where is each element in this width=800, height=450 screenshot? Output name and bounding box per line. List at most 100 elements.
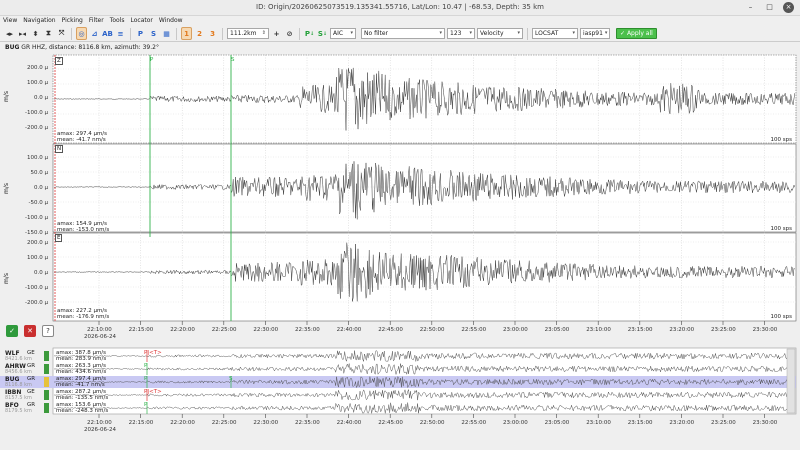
sort-icon[interactable]: ≡ [115,27,126,40]
tick-label: -100.0 µ [25,215,48,221]
station-waveforms[interactable] [0,346,800,450]
station-distance: 8456.6 km [5,369,32,375]
y-unit-label: m/s [3,273,10,284]
distance-value: 111.2km [230,30,257,37]
chevron-down-icon: ▾ [517,30,520,36]
component-n-button[interactable]: 2 [194,27,205,40]
component-z-button[interactable]: 1 [181,27,192,40]
time-label: 23:05:00 [544,327,570,333]
time-label: 22:45:00 [378,420,403,426]
station-pick-label[interactable]: P [144,376,147,382]
profile-select[interactable]: iasp91 ▾ [580,28,610,39]
hide-icon[interactable]: ⊘ [284,27,295,40]
separator [222,27,223,40]
station-pick-label[interactable]: P|<T> [144,350,162,356]
separator [71,27,72,40]
distance-spinbox[interactable]: 111.2km ⇕ [227,28,269,39]
pick-p-label[interactable]: P [150,57,153,63]
pick-s-button[interactable]: S [148,27,159,40]
window-title: ID: Origin/20260625073519.135341.55716, … [256,3,544,11]
station-status-bar [44,377,49,387]
station-pick-s-label[interactable]: S [229,376,233,382]
time-label: 22:25:00 [211,327,237,333]
menu-navigation[interactable]: Navigation [23,16,55,26]
menu-picking[interactable]: Picking [62,16,83,26]
components-value: 123 [450,30,462,37]
pick-p-button[interactable]: P [135,27,146,40]
separator [176,27,177,40]
waveform-canvas[interactable] [0,52,800,340]
reject-button[interactable]: ✕ [24,325,36,337]
apply-all-button[interactable]: ✓ Apply all [616,28,657,39]
station-status-bar [44,390,49,400]
ab-button[interactable]: AB [102,27,113,40]
sample-rate: 100 sps [770,137,792,143]
pick-s-label[interactable]: S [231,57,235,63]
mean-value: mean: -135.5 nm/s [56,395,109,401]
tick-label: 100.0 µ [27,80,48,86]
add-station-button[interactable]: + [271,27,282,40]
components-select[interactable]: 123 ▾ [447,28,475,39]
station-info: BUG GR HHZ, distance: 8116.8 km, azimuth… [5,44,159,51]
close-icon[interactable]: × [783,2,794,13]
tick-label: 200.0 µ [27,240,48,246]
mean-value: mean: -41.7 nm/s [56,382,105,388]
align-origin-icon[interactable]: ◎ [76,27,87,40]
expand-vertical-icon[interactable]: ⬍ [30,27,41,40]
component-e-button[interactable]: 3 [207,27,218,40]
time-label: 22:20:00 [170,327,195,333]
tick-label: 0.0 µ [34,95,48,101]
tick-label: -50.0 µ [28,200,48,206]
spin-arrows-icon: ⇕ [261,30,266,36]
mean-value: mean: -176.9 nm/s [57,314,110,320]
tick-label: -200.0 µ [25,125,48,131]
time-label: 22:30:00 [253,327,279,333]
y-unit-label: m/s [3,91,10,102]
pick-p-green-button[interactable]: P ↓ [304,27,315,40]
station-scrollbar[interactable] [786,348,796,414]
station-distance: 8116.8 km [5,382,32,388]
picker-select[interactable]: AIC ▾ [330,28,356,39]
menu-locator[interactable]: Locator [130,16,152,26]
menu-filter[interactable]: Filter [89,16,104,26]
station-distance: 8179.5 km [5,408,32,414]
minimize-icon[interactable]: – [745,2,756,13]
menu-tools[interactable]: Tools [110,16,125,26]
maximize-icon[interactable]: □ [764,2,775,13]
question-button[interactable]: ? [42,325,54,337]
align-p-icon[interactable]: ⊿ [89,27,100,40]
grid-icon[interactable]: ▦ [161,27,172,40]
station-status-bar [44,364,49,374]
time-label: 23:00:00 [503,327,528,333]
time-label: 22:55:00 [461,327,487,333]
component-tag: Z [55,57,63,65]
unit-select[interactable]: Velocity ▾ [477,28,523,39]
time-label: 22:15:00 [128,327,154,333]
time-label: 23:30:00 [752,327,778,333]
date-label: 2026-06-24 [84,427,116,433]
station-pick-label[interactable]: P [144,363,147,369]
station-distance: 8157.5 km [5,395,32,401]
station-pick-label[interactable]: P [144,402,147,408]
scroll-horizontal-icon[interactable]: ◂▸ [4,27,15,40]
separator [527,27,528,40]
chevron-down-icon: ▾ [350,30,353,36]
accept-button[interactable]: ✓ [6,325,18,337]
filter-value: No filter [364,30,389,37]
date-label: 2026-06-24 [84,334,116,340]
station-pick-label[interactable]: P|<T> [144,389,162,395]
station-status-bar [44,403,49,413]
compress-vertical-icon[interactable]: ⧗ [43,27,54,40]
question-icon: ? [46,327,50,335]
main-plot-area[interactable]: m/s 200.0 µ 100.0 µ 0.0 µ -100.0 µ -200.… [0,52,800,340]
filter-select[interactable]: No filter ▾ [361,28,445,39]
compress-horizontal-icon[interactable]: ▸◂ [17,27,28,40]
zoom-fit-icon[interactable]: ⤧ [56,27,67,40]
apply-all-label: Apply all [626,30,653,37]
station-code: BUG [5,44,20,51]
pick-s-green-button[interactable]: S ↓ [317,27,328,40]
station-list[interactable]: WLF GE 8421.6 km amax: 387.8 µm/s mean: 283.… [0,346,800,450]
menu-view[interactable]: View [3,16,17,26]
menu-window[interactable]: Window [159,16,183,26]
locator-select[interactable]: LOCSAT ▾ [532,28,578,39]
